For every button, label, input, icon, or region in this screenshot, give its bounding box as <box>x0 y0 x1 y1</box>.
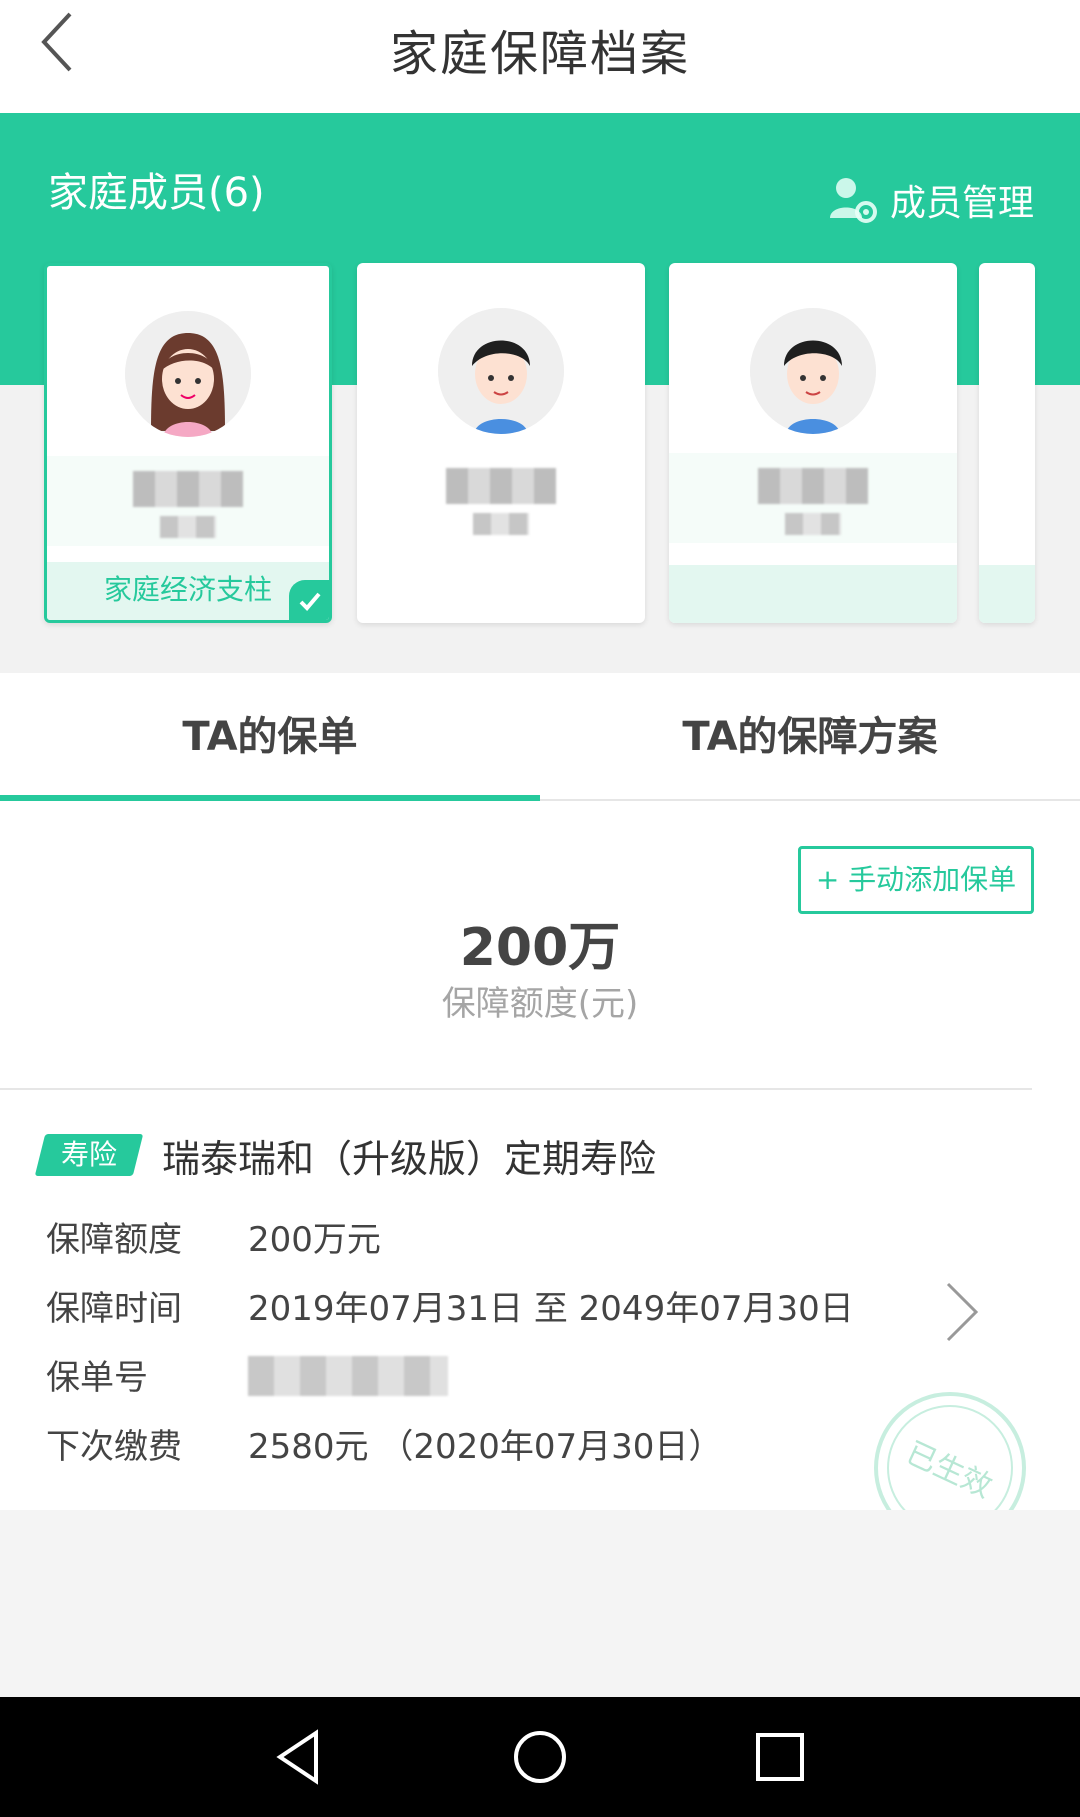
stamp-text: 已生效 <box>901 1435 997 1505</box>
policy-card[interactable]: 寿险 瑞泰瑞和（升级版）定期寿险 保障额度 200万元 保障时间 2019年07… <box>0 1090 1080 1510</box>
field-label: 保障额度 <box>46 1220 182 1260</box>
field-value: 2019年07月31日 至 2049年07月30日 <box>248 1289 854 1329</box>
member-manage-label: 成员管理 <box>889 183 1034 224</box>
member-relation-redacted <box>473 513 529 535</box>
member-manage-button[interactable]: 成员管理 <box>828 172 1034 228</box>
member-card[interactable] <box>357 263 645 623</box>
female-avatar <box>125 311 251 437</box>
member-name-redacted <box>446 468 556 504</box>
member-role-redacted <box>669 565 957 623</box>
member-relation-redacted <box>785 513 841 535</box>
field-label: 保单号 <box>46 1358 148 1398</box>
members-title: 家庭成员(6) <box>48 170 265 216</box>
member-role-redacted <box>979 565 1035 623</box>
member-relation-redacted <box>160 516 216 538</box>
field-label: 保障时间 <box>46 1289 182 1329</box>
field-value: 2580元 （2020年07月30日） <box>248 1427 723 1467</box>
add-policy-button[interactable]: + 手动添加保单 <box>798 846 1034 914</box>
member-name-redacted <box>758 468 868 504</box>
tab-bar: TA的保单 TA的保障方案 <box>0 673 1080 801</box>
policy-number-redacted <box>248 1356 448 1396</box>
effective-stamp-icon: 已生效 <box>874 1392 1026 1510</box>
nav-home-icon[interactable] <box>510 1727 570 1787</box>
member-card[interactable]: 家庭经济支柱 <box>44 263 332 623</box>
field-label: 下次缴费 <box>46 1427 182 1467</box>
coverage-amount-label: 保障额度(元) <box>441 984 639 1024</box>
page-title: 家庭保障档案 <box>389 26 690 82</box>
tab-policies[interactable]: TA的保单 <box>0 673 540 801</box>
male-avatar <box>750 308 876 434</box>
nav-back-icon[interactable] <box>270 1727 330 1787</box>
system-nav-bar <box>0 1697 1080 1817</box>
member-role-label: 家庭经济支柱 <box>47 562 329 620</box>
tab-protection-plan[interactable]: TA的保障方案 <box>540 673 1080 801</box>
coverage-summary: + 手动添加保单 200万 保障额度(元) <box>0 801 1080 1090</box>
app-header: 家庭保障档案 <box>0 0 1080 113</box>
member-card-partial[interactable] <box>979 263 1035 623</box>
coverage-amount: 200万 <box>459 918 621 978</box>
member-card[interactable] <box>669 263 957 623</box>
chevron-right-icon[interactable] <box>942 1280 982 1344</box>
policy-type-tag: 寿险 <box>34 1134 144 1176</box>
field-value: 200万元 <box>248 1220 381 1260</box>
selected-check-icon <box>289 580 329 620</box>
member-name-redacted <box>133 471 243 507</box>
nav-recents-icon[interactable] <box>750 1727 810 1787</box>
policy-name: 瑞泰瑞和（升级版）定期寿险 <box>162 1137 657 1181</box>
user-gear-icon <box>829 178 877 223</box>
male-avatar <box>438 308 564 434</box>
